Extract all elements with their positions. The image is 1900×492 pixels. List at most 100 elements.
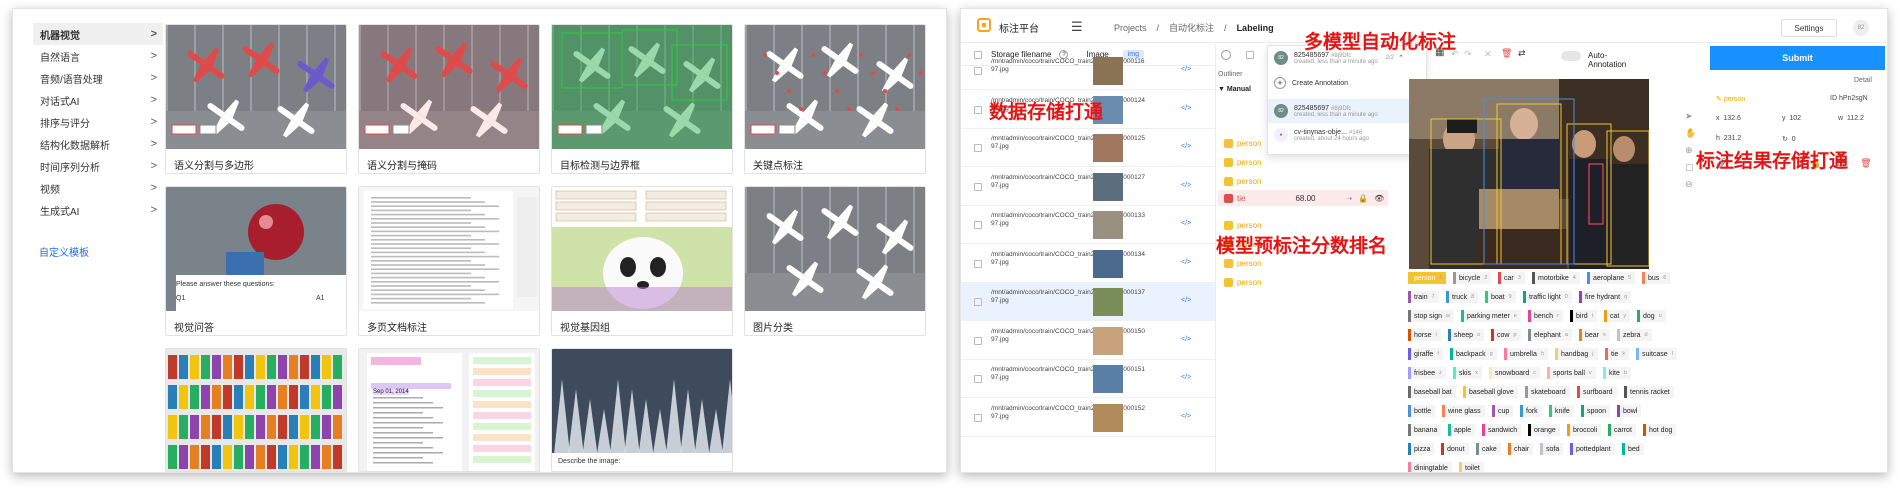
label-chip[interactable]: toilet — [1459, 462, 1484, 472]
coord-h[interactable]: h 231.2 — [1716, 135, 1741, 142]
label-chip[interactable]: pizza — [1408, 443, 1435, 455]
label-chip[interactable]: aeroplane 5 — [1587, 272, 1636, 284]
close-icon[interactable]: ✕ — [1484, 49, 1492, 60]
label-chip[interactable]: chair — [1508, 443, 1534, 455]
coord-rotation[interactable]: ↻ 0 — [1782, 135, 1796, 143]
label-chip[interactable]: bicycle 2 — [1453, 272, 1492, 284]
menu-icon[interactable]: ☰ — [1071, 19, 1083, 35]
row-checkbox[interactable] — [974, 105, 982, 114]
label-chip[interactable]: bottle — [1408, 405, 1436, 417]
label-chip[interactable]: wine glass — [1442, 405, 1485, 417]
task-row[interactable]: /mnt/admin/coco/train/COCO_train2014_000… — [961, 168, 1215, 206]
label-chip[interactable]: parking meter e — [1461, 310, 1521, 322]
label-chip[interactable]: stop sign w — [1408, 310, 1455, 322]
outline-person[interactable]: person — [1224, 155, 1261, 169]
avatar[interactable]: 82 — [1853, 20, 1869, 36]
row-checkbox[interactable] — [974, 259, 982, 268]
label-chip[interactable]: kite b — [1603, 367, 1631, 379]
template-card[interactable]: Sep 01, 2014 — [358, 348, 540, 472]
task-row[interactable]: /mnt/admin/coco/train/COCO_train2014_000… — [961, 322, 1215, 360]
label-chip[interactable]: motorbike 4 — [1532, 272, 1580, 284]
prediction-item[interactable]: ● cv-tinynas-obje... #146 created, about … — [1274, 128, 1369, 142]
breadcrumb-item[interactable]: Projects — [1114, 23, 1147, 33]
label-chip[interactable]: baseball bat — [1408, 386, 1456, 398]
code-icon[interactable]: </> — [1181, 297, 1191, 304]
coord-x[interactable]: x 132.6 — [1716, 115, 1741, 122]
sidebar-item[interactable]: 自然语言 > — [33, 45, 163, 67]
label-chip[interactable]: baseball glove — [1463, 386, 1518, 398]
label-chip[interactable]: frisbee z — [1408, 367, 1446, 379]
row-checkbox[interactable] — [974, 221, 982, 229]
label-chip[interactable]: diningtable — [1408, 462, 1452, 472]
label-chip[interactable]: bowl — [1617, 405, 1642, 417]
row-checkbox[interactable] — [974, 298, 982, 306]
label-chip[interactable]: surfboard — [1577, 386, 1617, 398]
sidebar-item[interactable]: 机器视觉 > — [33, 23, 163, 45]
task-row[interactable]: /mnt/admin/coco/train/COCO_train2014_000… — [961, 283, 1215, 321]
label-chip[interactable]: bird t — [1570, 310, 1598, 322]
annotation-item[interactable]: 82 825485697 #8j9Dfc created, less than a… — [1268, 99, 1426, 123]
zoom-out-icon[interactable]: ⊖ — [1685, 179, 1695, 189]
label-chip[interactable]: car 3 — [1498, 272, 1525, 284]
settings-button[interactable]: Settings — [1781, 19, 1837, 37]
label-chip[interactable]: apple — [1448, 424, 1476, 436]
label-chip[interactable]: hot dog — [1643, 424, 1677, 436]
label-chip[interactable]: suitcase l — [1636, 348, 1677, 360]
label-chip[interactable]: handbag j — [1555, 348, 1598, 360]
label-chip[interactable]: tie k — [1605, 348, 1630, 360]
outline-person[interactable]: person — [1224, 256, 1261, 270]
template-card[interactable]: 语义分割与多边形 — [165, 24, 347, 174]
breadcrumb-item[interactable]: 自动化标注 — [1169, 23, 1214, 33]
code-icon[interactable]: </> — [1181, 374, 1191, 381]
code-icon[interactable]: </> — [1181, 182, 1191, 189]
outline-person[interactable]: person — [1224, 275, 1261, 289]
label-chip[interactable]: traffic light 0 — [1523, 291, 1572, 303]
label-chip[interactable]: snowboard c — [1489, 367, 1540, 379]
label-chip[interactable]: backpack g — [1450, 348, 1497, 360]
label-chip[interactable]: dog u — [1637, 310, 1666, 322]
label-chip[interactable]: cake — [1476, 443, 1501, 455]
label-chip[interactable]: knife — [1549, 405, 1574, 417]
code-icon[interactable]: </> — [1181, 336, 1191, 343]
label-chip[interactable]: skis x — [1453, 367, 1482, 379]
label-chip[interactable]: elephant a — [1528, 329, 1572, 341]
row-checkbox[interactable] — [974, 182, 982, 191]
label-chip[interactable]: tennis racket — [1624, 386, 1674, 398]
template-card[interactable]: 目标检测与边界框 — [551, 24, 733, 174]
code-icon[interactable]: </> — [1181, 413, 1191, 420]
sidebar-item[interactable]: 视频 > — [33, 177, 163, 199]
row-checkbox[interactable] — [974, 336, 982, 345]
label-chip[interactable]: sofa — [1540, 443, 1564, 455]
outline-person[interactable]: person — [1224, 136, 1261, 150]
label-chip[interactable]: orange — [1528, 424, 1560, 436]
task-row[interactable]: /mnt/admin/coco/train/COCO_train2014_000… — [961, 206, 1215, 244]
trash-icon[interactable]: 🗑 — [1501, 48, 1512, 59]
template-card[interactable]: Please answer these questions: Q1 A1 视觉问答 — [165, 186, 347, 336]
code-icon[interactable]: </> — [1181, 105, 1191, 112]
sidebar-item[interactable]: 结构化数据解析 > — [33, 133, 163, 155]
template-card[interactable]: 关键点标注 — [744, 24, 926, 174]
label-chip[interactable]: umbrella h — [1504, 348, 1548, 360]
row-checkbox[interactable] — [974, 67, 982, 75]
manual-group[interactable]: ▼ Manual — [1218, 86, 1251, 93]
annotation-canvas[interactable] — [1409, 79, 1649, 269]
row-checkbox[interactable] — [974, 144, 982, 152]
detail-tab[interactable]: Detail — [1854, 77, 1872, 84]
label-chip[interactable]: cup — [1492, 405, 1514, 417]
template-card[interactable]: 多页文档标注 — [358, 186, 540, 336]
coord-w[interactable]: w 112.2 — [1838, 115, 1864, 122]
task-row[interactable]: /mnt/admin/coco/train/COCO_train2014_000… — [961, 245, 1215, 283]
row-checkbox[interactable] — [974, 413, 982, 422]
create-annotation-button[interactable]: + Create Annotation — [1274, 77, 1348, 89]
label-chip[interactable]: boat 9 — [1485, 291, 1516, 303]
label-chip[interactable]: pottedplant — [1570, 443, 1615, 455]
template-card[interactable]: Describe the image: — [551, 348, 733, 472]
zoom-in-icon[interactable]: ⊕ — [1685, 145, 1695, 155]
outline-person[interactable]: person — [1224, 218, 1261, 232]
auto-annotation-toggle[interactable] — [1561, 51, 1581, 61]
label-chip[interactable]: fork — [1520, 405, 1542, 417]
label-chip[interactable]: bus 6 — [1642, 272, 1671, 284]
task-row[interactable]: /mnt/admin/coco/train/COCO_train2014_000… — [961, 399, 1215, 437]
label-chip[interactable]: truck 8 — [1446, 291, 1479, 303]
template-card[interactable]: 视觉基因组 — [551, 186, 733, 336]
